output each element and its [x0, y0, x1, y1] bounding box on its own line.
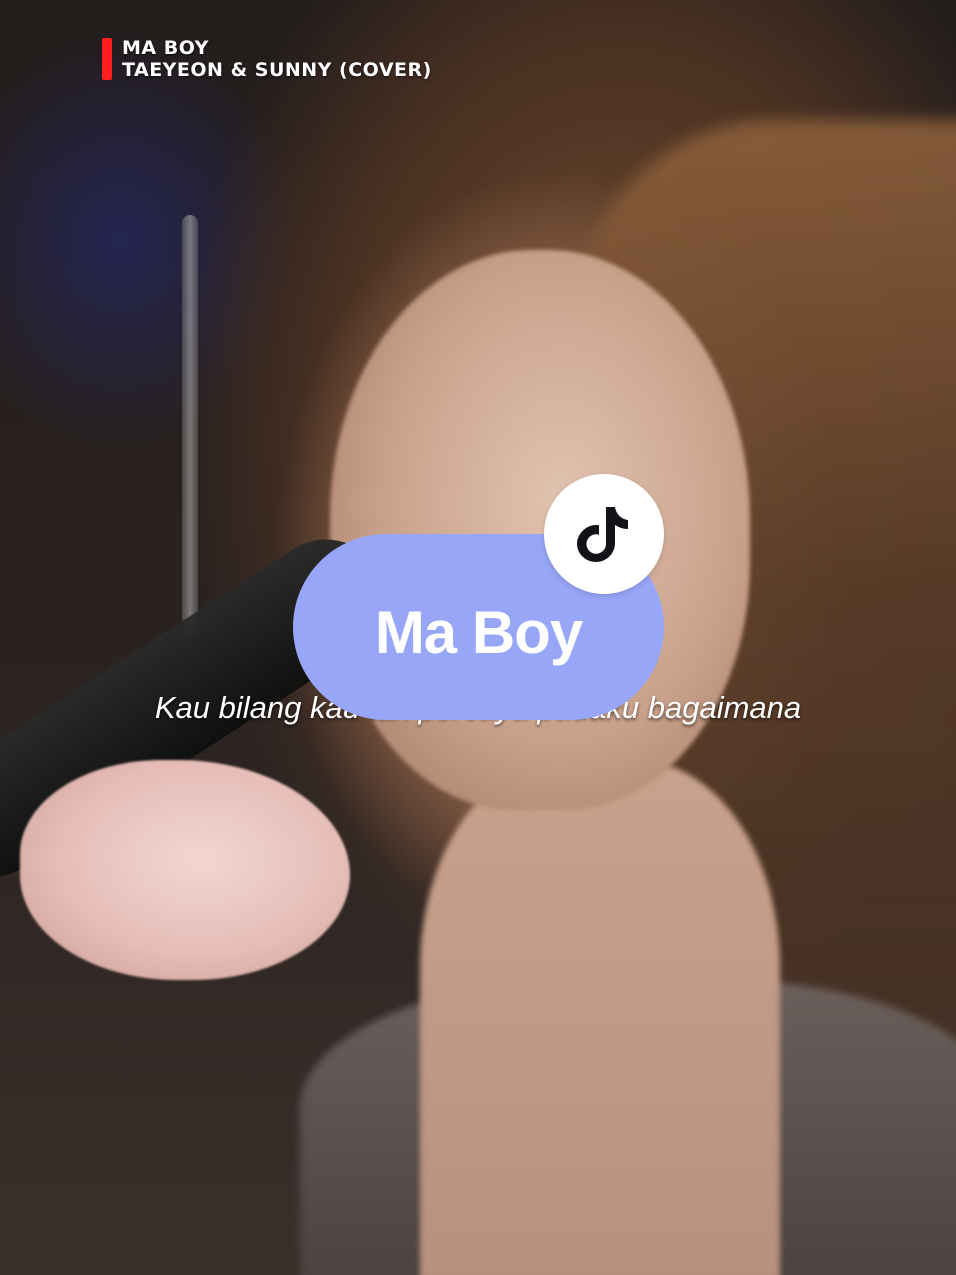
song-title: MA BOY [122, 37, 209, 59]
tiktok-badge[interactable] [544, 474, 664, 594]
mic-stand [182, 215, 198, 635]
singer-neck [420, 760, 780, 1275]
singer-face [330, 250, 750, 810]
video-frame[interactable]: MA BOY TAEYEON & SUNNY (COVER) Kau bilan… [0, 0, 956, 1275]
artist-line: TAEYEON & SUNNY (COVER) [122, 59, 432, 81]
tiktok-logo-icon [577, 507, 628, 562]
song-title-overlay: MA BOY TAEYEON & SUNNY (COVER) [102, 38, 432, 80]
title-accent-bar [102, 38, 112, 80]
title-text-group: MA BOY TAEYEON & SUNNY (COVER) [122, 38, 432, 80]
song-label-text: Ma Boy [374, 598, 583, 666]
